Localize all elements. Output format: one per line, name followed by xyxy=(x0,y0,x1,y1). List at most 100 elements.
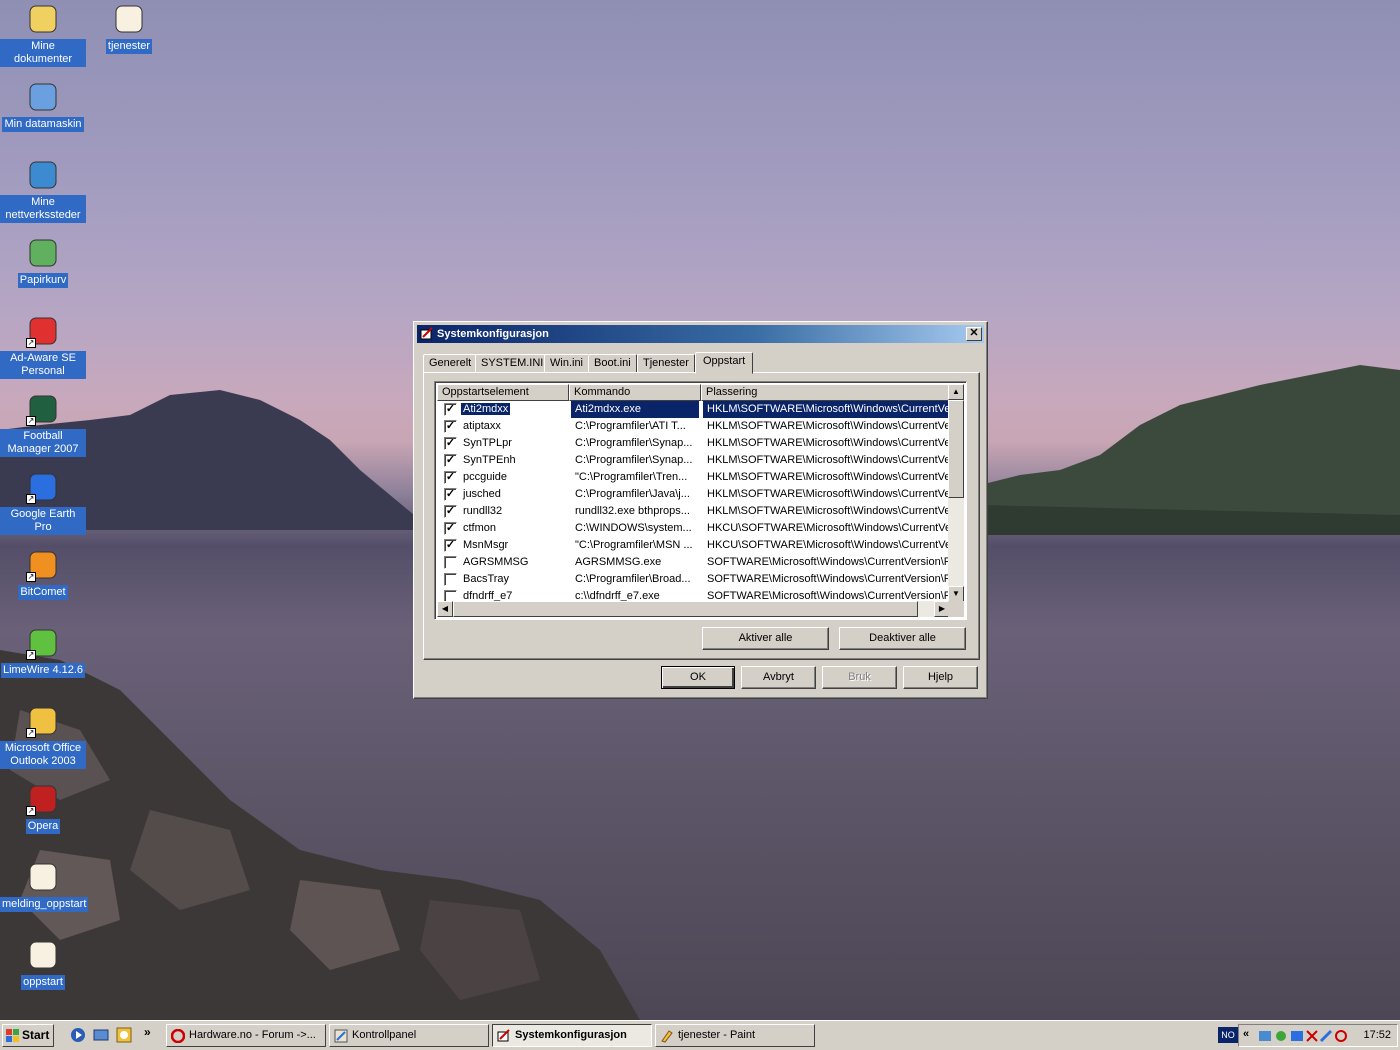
table-row[interactable]: ✓ Ati2mdxx Ati2mdxx.exe HKLM\SOFTWARE\Micro… xyxy=(437,401,950,418)
scroll-left-button[interactable]: ◀ xyxy=(437,601,453,617)
enable-all-button[interactable]: Aktiver alle xyxy=(702,627,829,650)
startup-checkbox[interactable]: ✓ xyxy=(444,454,457,467)
arrow-right-icon: ▶ xyxy=(938,604,946,613)
desktop-icon-tjenester[interactable]: tjenester xyxy=(86,2,172,54)
startup-checkbox[interactable]: ✓ xyxy=(444,522,457,535)
startup-item-command: C:\Programfiler\Synap... xyxy=(575,454,693,466)
msconfig-icon xyxy=(497,1029,510,1042)
tray-icons[interactable] xyxy=(1259,1028,1349,1044)
startup-checkbox[interactable]: ✓ xyxy=(444,403,457,416)
startup-item-location: HKLM\SOFTWARE\Microsoft\Windows\CurrentV… xyxy=(707,454,950,466)
tab-boot-ini[interactable]: Boot.ini xyxy=(588,354,637,373)
opera-icon xyxy=(171,1029,185,1043)
task-systemkonfigurasjon[interactable]: Systemkonfigurasjon xyxy=(492,1024,652,1047)
opera-icon: ↗ xyxy=(26,782,60,816)
startup-checkbox[interactable]: ✓ xyxy=(444,471,457,484)
google-earth-icon: ↗ xyxy=(26,470,60,504)
desktop-icon-mine-nettverkssteder[interactable]: Mine nettverkssteder xyxy=(0,158,86,223)
startup-item-location: HKCU\SOFTWARE\Microsoft\Windows\CurrentV… xyxy=(707,522,950,534)
startup-item-command: C:\Programfiler\Java\j... xyxy=(575,488,690,500)
arrow-up-icon: ▲ xyxy=(952,387,960,396)
folder-icon xyxy=(26,2,60,36)
desktop-icon-label: melding_oppstart xyxy=(0,897,89,912)
desktop-icon-label: Microsoft Office Outlook 2003 xyxy=(0,741,86,769)
vertical-scroll-thumb[interactable] xyxy=(948,400,964,498)
desktop-icon-microsoft-office-outlook-2003[interactable]: ↗ Microsoft Office Outlook 2003 xyxy=(0,704,86,769)
desktop-icon-bitcomet[interactable]: ↗ BitComet xyxy=(0,548,86,600)
desktop-icon-oppstart[interactable]: oppstart xyxy=(0,938,86,990)
list-header: Oppstartselement Kommando Plassering xyxy=(437,384,950,401)
table-row[interactable]: ✓ ctfmon C:\WINDOWS\system... HKCU\SOFTWARE… xyxy=(437,520,950,537)
tab-generelt[interactable]: Generelt xyxy=(423,354,478,373)
table-row[interactable]: ✓ MsnMsgr "C:\Programfiler\MSN ... HKCU\SOF… xyxy=(437,537,950,554)
startup-checkbox[interactable]: ✓ xyxy=(444,539,457,552)
column-header-location[interactable]: Plassering xyxy=(701,384,950,401)
column-header-command[interactable]: Kommando xyxy=(569,384,701,401)
show-desktop-quicklaunch-icon[interactable] xyxy=(93,1027,109,1043)
column-header-startup-item[interactable]: Oppstartselement xyxy=(437,384,569,401)
horizontal-scrollbar[interactable]: ◀ ▶ xyxy=(437,601,950,617)
vertical-scrollbar[interactable]: ▲ ▼ xyxy=(948,384,964,602)
startup-checkbox[interactable] xyxy=(444,573,457,586)
recycle-bin-icon xyxy=(26,236,60,270)
limewire-icon: ↗ xyxy=(26,626,60,660)
cancel-button[interactable]: Avbryt xyxy=(741,666,816,689)
task-tjenester-paint[interactable]: tjenester - Paint xyxy=(655,1024,815,1047)
startup-checkbox[interactable] xyxy=(444,556,457,569)
startup-checkbox[interactable]: ✓ xyxy=(444,505,457,518)
start-button[interactable]: Start xyxy=(2,1024,54,1047)
startup-item-name: SynTPEnh xyxy=(463,454,516,466)
disable-all-button[interactable]: Deaktiver alle xyxy=(839,627,966,650)
window-titlebar[interactable]: Systemkonfigurasjon ✕ xyxy=(417,325,984,343)
clock-quicklaunch-icon[interactable] xyxy=(116,1027,132,1043)
quicklaunch-overflow-button[interactable]: » xyxy=(144,1025,151,1039)
close-button[interactable]: ✕ xyxy=(966,327,982,341)
startup-item-command: C:\WINDOWS\system... xyxy=(575,522,692,534)
table-row[interactable]: ✓ SynTPLpr C:\Programfiler\Synap... HKLM\SO… xyxy=(437,435,950,452)
horizontal-scroll-thumb[interactable] xyxy=(453,601,918,617)
task-hardware-forum[interactable]: Hardware.no - Forum ->... xyxy=(166,1024,326,1047)
desktop-icon-papirkurv[interactable]: Papirkurv xyxy=(0,236,86,288)
desktop-icon-melding-oppstart[interactable]: melding_oppstart xyxy=(0,860,89,912)
startup-list[interactable]: Oppstartselement Kommando Plassering ✓ At… xyxy=(434,381,967,620)
startup-item-command: rundll32.exe bthprops... xyxy=(575,505,690,517)
startup-checkbox[interactable]: ✓ xyxy=(444,437,457,450)
tray-expand-button[interactable]: « xyxy=(1243,1028,1249,1040)
control-panel-icon xyxy=(334,1029,348,1043)
tab-win-ini[interactable]: Win.ini xyxy=(544,354,590,373)
apply-button[interactable]: Bruk xyxy=(822,666,897,689)
system-tray: « 17:52 xyxy=(1238,1024,1398,1047)
media-player-quicklaunch-icon[interactable] xyxy=(70,1027,86,1043)
clock[interactable]: 17:52 xyxy=(1363,1029,1391,1041)
help-button[interactable]: Hjelp xyxy=(903,666,978,689)
startup-checkbox[interactable]: ✓ xyxy=(444,488,457,501)
desktop-icon-limewire-4-12-6[interactable]: ↗ LimeWire 4.12.6 xyxy=(0,626,86,678)
table-row[interactable]: BacsTray C:\Programfiler\Broad... SOFTWARE… xyxy=(437,571,950,588)
system-configuration-window: Systemkonfigurasjon ✕ Generelt SYSTEM.IN… xyxy=(413,321,988,699)
table-row[interactable]: AGRSMMSG AGRSMMSG.exe SOFTWARE\Microsoft\W… xyxy=(437,554,950,571)
scroll-up-button[interactable]: ▲ xyxy=(948,384,964,400)
desktop-icon-google-earth-pro[interactable]: ↗ Google Earth Pro xyxy=(0,470,86,535)
table-row[interactable]: ✓ SynTPEnh C:\Programfiler\Synap... HKLM\SO… xyxy=(437,452,950,469)
desktop-icon-opera[interactable]: ↗ Opera xyxy=(0,782,86,834)
table-row[interactable]: ✓ atiptaxx C:\Programfiler\ATI T... HKLM\SO… xyxy=(437,418,950,435)
tab-tjenester[interactable]: Tjenester xyxy=(637,354,695,373)
startup-item-name: AGRSMMSG xyxy=(463,556,529,568)
table-row[interactable]: ✓ jusched C:\Programfiler\Java\j... HKLM\SO… xyxy=(437,486,950,503)
tab-system-ini[interactable]: SYSTEM.INI xyxy=(475,354,550,373)
arrow-down-icon: ▼ xyxy=(952,589,960,598)
shortcut-arrow-icon: ↗ xyxy=(26,494,36,504)
desktop-icon-min-datamaskin[interactable]: Min datamaskin xyxy=(0,80,86,132)
desktop-icon-football-manager-2007[interactable]: ↗ Football Manager 2007 xyxy=(0,392,86,457)
startup-checkbox[interactable]: ✓ xyxy=(444,420,457,433)
desktop-icon-ad-aware-se-personal[interactable]: ↗ Ad-Aware SE Personal xyxy=(0,314,86,379)
table-row[interactable]: ✓ rundll32 rundll32.exe bthprops... HKLM\SO… xyxy=(437,503,950,520)
table-row[interactable]: ✓ pccguide "C:\Programfiler\Tren... HKLM\SO… xyxy=(437,469,950,486)
desktop-icon-mine-dokumenter[interactable]: Mine dokumenter xyxy=(0,2,86,67)
ok-button[interactable]: OK xyxy=(661,666,735,689)
task-kontrollpanel[interactable]: Kontrollpanel xyxy=(329,1024,489,1047)
language-indicator[interactable]: NO xyxy=(1218,1027,1238,1043)
tab-oppstart[interactable]: Oppstart xyxy=(695,352,754,374)
desktop-icon-label: Google Earth Pro xyxy=(0,507,86,535)
scroll-down-button[interactable]: ▼ xyxy=(948,586,964,602)
